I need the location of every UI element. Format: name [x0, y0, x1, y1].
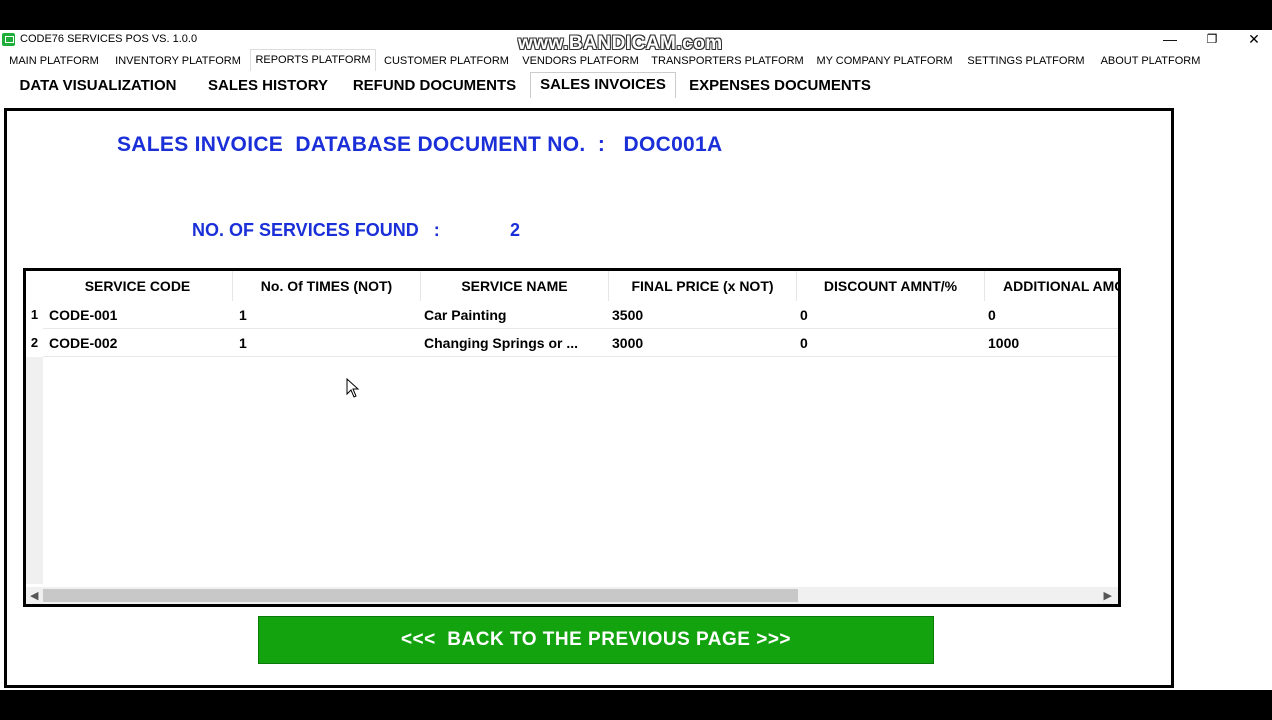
tab-transporters-platform[interactable]: TRANSPORTERS PLATFORM [650, 51, 805, 71]
document-title: SALES INVOICE DATABASE DOCUMENT NO. : DO… [117, 133, 723, 156]
column-header[interactable]: DISCOUNT AMNT/% [797, 271, 985, 301]
close-button[interactable]: ✕ [1234, 30, 1272, 50]
table-cell[interactable]: 0 [797, 329, 985, 357]
restore-button[interactable]: ❐ [1192, 30, 1232, 50]
row-number: 2 [26, 329, 43, 357]
scrollbar-thumb[interactable] [43, 589, 798, 602]
platform-tab-bar: MAIN PLATFORM INVENTORY PLATFORM REPORTS… [0, 49, 1272, 71]
tab-data-visualization[interactable]: DATA VISUALIZATION [5, 74, 191, 98]
table-cell[interactable]: 1 [236, 329, 421, 357]
column-header[interactable]: SERVICE NAME [421, 271, 609, 301]
table-header: SERVICE CODE No. Of TIMES (NOT) SERVICE … [26, 271, 1118, 301]
app-window: CODE76 SERVICES POS VS. 1.0.0 www.BANDIC… [0, 30, 1272, 690]
table-cell[interactable]: 1000 [985, 329, 1118, 357]
tab-sales-history[interactable]: SALES HISTORY [199, 74, 337, 98]
bottom-letterbox [0, 690, 1272, 720]
tab-my-company-platform[interactable]: MY COMPANY PLATFORM [813, 51, 956, 71]
tab-refund-documents[interactable]: REFUND DOCUMENTS [345, 74, 524, 98]
scroll-right-icon[interactable]: ▶ [1104, 589, 1112, 602]
reports-sub-tab-bar: DATA VISUALIZATION SALES HISTORY REFUND … [0, 72, 1272, 98]
table-cell[interactable]: 0 [797, 301, 985, 329]
column-header[interactable]: FINAL PRICE (x NOT) [609, 271, 797, 301]
horizontal-scrollbar[interactable]: ◀ ▶ [26, 587, 1118, 604]
table-cell[interactable]: 3500 [609, 301, 797, 329]
tab-vendors-platform[interactable]: VENDORS PLATFORM [520, 51, 641, 71]
column-header[interactable]: SERVICE CODE [43, 271, 233, 301]
table-cell[interactable]: 0 [985, 301, 1118, 329]
row-number: 1 [26, 301, 43, 329]
table-cell[interactable]: CODE-001 [46, 301, 233, 329]
services-found-label: NO. OF SERVICES FOUND : [192, 220, 440, 240]
tab-customer-platform[interactable]: CUSTOMER PLATFORM [381, 51, 512, 71]
invoice-panel: SALES INVOICE DATABASE DOCUMENT NO. : DO… [4, 108, 1174, 688]
top-letterbox [0, 0, 1272, 30]
title-bar: CODE76 SERVICES POS VS. 1.0.0 www.BANDIC… [0, 30, 1272, 54]
table-cell[interactable]: Changing Springs or ... [421, 329, 609, 357]
table-cell[interactable]: CODE-002 [46, 329, 233, 357]
tab-settings-platform[interactable]: SETTINGS PLATFORM [964, 51, 1088, 71]
scroll-left-icon[interactable]: ◀ [30, 589, 38, 602]
minimize-button[interactable]: — [1150, 30, 1190, 50]
back-to-previous-page-button[interactable]: <<< BACK TO THE PREVIOUS PAGE >>> [258, 616, 934, 664]
column-header[interactable]: ADDITIONAL AMOUNT [985, 271, 1118, 301]
table-row[interactable]: 2 CODE-002 1 Changing Springs or ... 300… [26, 329, 1118, 357]
services-found-count: 2 [510, 220, 521, 240]
table-cell[interactable]: Car Painting [421, 301, 609, 329]
tab-main-platform[interactable]: MAIN PLATFORM [2, 51, 106, 71]
window-title: CODE76 SERVICES POS VS. 1.0.0 [20, 33, 198, 45]
services-table[interactable]: SERVICE CODE No. Of TIMES (NOT) SERVICE … [23, 268, 1121, 607]
tab-expenses-documents[interactable]: EXPENSES DOCUMENTS [682, 74, 878, 98]
tab-reports-platform[interactable]: REPORTS PLATFORM [250, 49, 376, 71]
mouse-pointer-icon [346, 378, 360, 398]
app-icon [2, 33, 15, 46]
table-row[interactable]: 1 CODE-001 1 Car Painting 3500 0 0 [26, 301, 1118, 329]
tab-about-platform[interactable]: ABOUT PLATFORM [1096, 51, 1205, 71]
tab-inventory-platform[interactable]: INVENTORY PLATFORM [112, 51, 244, 71]
table-cell[interactable]: 1 [236, 301, 421, 329]
column-header[interactable]: No. Of TIMES (NOT) [233, 271, 421, 301]
table-cell[interactable]: 3000 [609, 329, 797, 357]
tab-sales-invoices[interactable]: SALES INVOICES [530, 72, 676, 98]
